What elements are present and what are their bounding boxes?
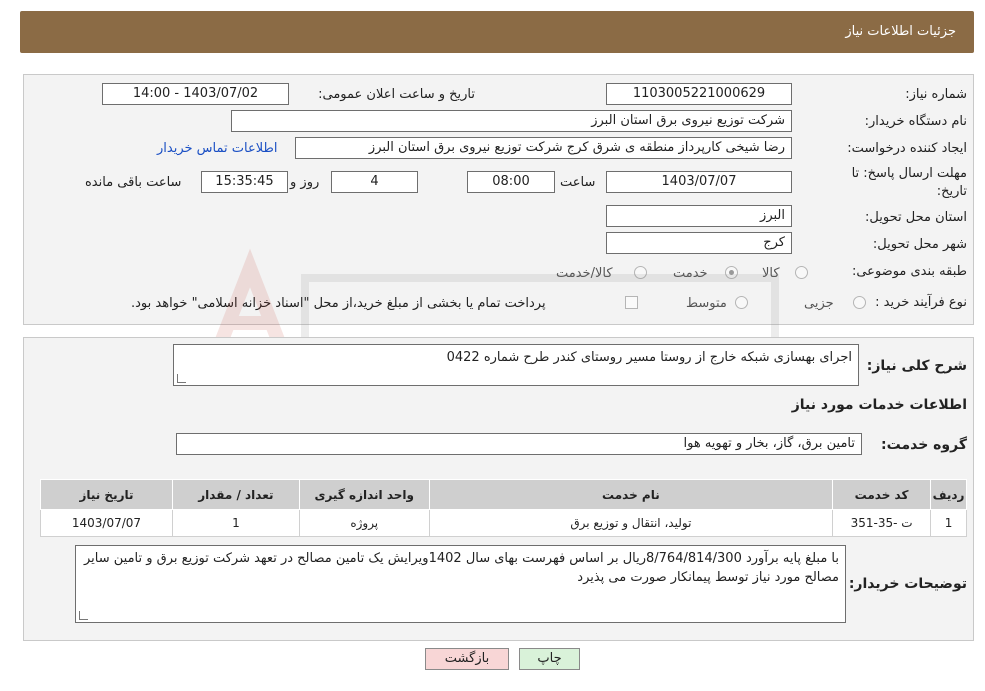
process-medium-radio[interactable] xyxy=(735,296,748,309)
back-button[interactable]: بازگشت xyxy=(425,648,509,670)
need-number-label: شماره نیاز: xyxy=(905,87,967,102)
page-header: جزئیات اطلاعات نیاز xyxy=(20,11,974,53)
cell-unit: پروژه xyxy=(298,509,430,537)
days-label: روز و xyxy=(290,175,320,190)
services-table: ردیف کد خدمت نام خدمت واحد اندازه گیری ت… xyxy=(40,479,967,537)
description-field: اجرای بهسازی شبکه خارج از روستا مسیر روس… xyxy=(173,344,859,386)
deadline-date-field: 1403/07/07 xyxy=(606,171,792,193)
city-label: شهر محل تحویل: xyxy=(872,237,967,252)
col-row: ردیف xyxy=(930,479,967,510)
announce-label: تاریخ و ساعت اعلان عمومی: xyxy=(318,87,475,102)
category-label: طبقه بندی موضوعی: xyxy=(851,264,967,279)
deadline-label-line2: تاریخ: xyxy=(936,184,967,199)
days-field: 4 xyxy=(331,171,418,193)
description-label: شرح کلی نیاز: xyxy=(866,358,967,374)
col-unit: واحد اندازه گیری xyxy=(298,479,430,510)
cell-name: تولید، انتقال و توزیع برق xyxy=(428,509,834,537)
announce-field: 1403/07/02 - 14:00 xyxy=(102,83,289,105)
col-name: نام خدمت xyxy=(428,479,834,510)
category-goods-radio[interactable] xyxy=(795,266,808,279)
process-label: نوع فرآیند خرید : xyxy=(875,295,967,310)
category-both-radio[interactable] xyxy=(634,266,647,279)
cell-date: 1403/07/07 xyxy=(40,509,173,537)
category-service-label: خدمت xyxy=(673,266,708,281)
remaining-time-label: ساعت باقی مانده xyxy=(85,175,182,190)
province-field: البرز xyxy=(606,205,792,227)
resize-handle-icon[interactable] xyxy=(79,611,88,620)
process-minor-label: جزیی xyxy=(804,296,834,311)
category-service-radio[interactable] xyxy=(725,266,738,279)
page-title: جزئیات اطلاعات نیاز xyxy=(845,24,956,39)
services-title: اطلاعات خدمات مورد نیاز xyxy=(791,397,967,413)
cell-code: ت -35-351 xyxy=(832,509,932,537)
col-qty: تعداد / مقدار xyxy=(171,479,300,510)
need-number-field: 1103005221000629 xyxy=(606,83,792,105)
deadline-time-field: 08:00 xyxy=(467,171,555,193)
province-label: استان محل تحویل: xyxy=(865,210,967,225)
buyer-notes-label: توضیحات خریدار: xyxy=(848,576,967,592)
category-both-label: کالا/خدمت xyxy=(556,266,613,281)
resize-handle-icon[interactable] xyxy=(177,374,186,383)
buyer-org-field: شرکت توزیع نیروی برق استان البرز xyxy=(231,110,792,132)
buyer-org-label: نام دستگاه خریدار: xyxy=(864,114,967,129)
requester-label: ایجاد کننده درخواست: xyxy=(847,141,967,156)
buyer-notes-field: با مبلغ پایه برآورد 8/764/814/300ریال بر… xyxy=(75,545,846,623)
col-code: کد خدمت xyxy=(832,479,932,510)
buyer-notes-text: با مبلغ پایه برآورد 8/764/814/300ریال بر… xyxy=(83,551,839,585)
table-header-row: ردیف کد خدمت نام خدمت واحد اندازه گیری ت… xyxy=(40,479,967,510)
process-medium-label: متوسط xyxy=(686,296,727,311)
service-group-label: گروه خدمت: xyxy=(881,437,967,453)
service-group-field: تامین برق، گاز، بخار و تهویه هوا xyxy=(176,433,862,455)
print-button[interactable]: چاپ xyxy=(519,648,580,670)
treasury-checkbox[interactable] xyxy=(625,296,638,309)
process-minor-radio[interactable] xyxy=(853,296,866,309)
deadline-label-line1: مهلت ارسال پاسخ: تا xyxy=(851,166,967,181)
deadline-time-label: ساعت xyxy=(560,175,596,190)
requester-field: رضا شیخی کارپرداز منطقه ی شرق کرج شرکت ت… xyxy=(295,137,792,159)
description-text: اجرای بهسازی شبکه خارج از روستا مسیر روس… xyxy=(446,350,852,365)
cell-row: 1 xyxy=(930,509,967,537)
table-row: 1 ت -35-351 تولید، انتقال و توزیع برق پر… xyxy=(40,509,967,537)
buyer-contact-link[interactable]: اطلاعات تماس خریدار xyxy=(157,141,277,156)
treasury-note: پرداخت تمام یا بخشی از مبلغ خرید،از محل … xyxy=(131,296,546,311)
cell-qty: 1 xyxy=(171,509,300,537)
col-date: تاریخ نیاز xyxy=(40,479,173,510)
category-goods-label: کالا xyxy=(762,266,780,281)
city-field: کرج xyxy=(606,232,792,254)
remaining-time-field: 15:35:45 xyxy=(201,171,288,193)
